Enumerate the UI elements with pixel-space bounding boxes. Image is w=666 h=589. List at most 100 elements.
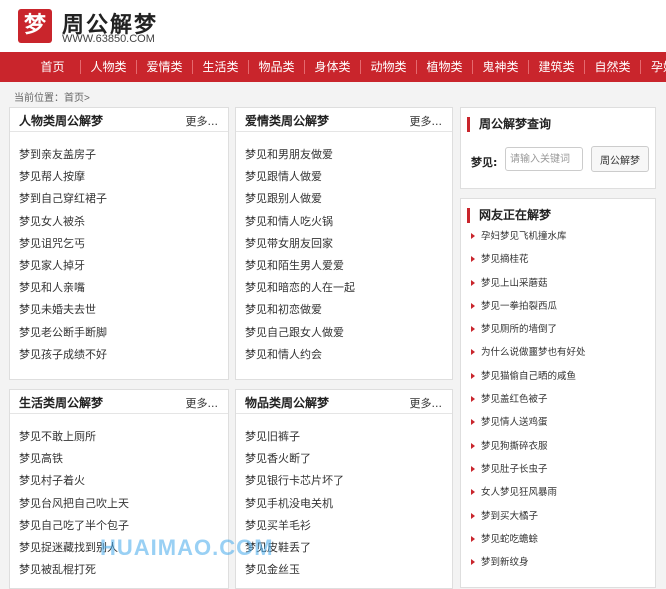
dream-list: 梦见旧裤子 梦见香火断了 梦见银行卡芯片坏了 梦见手机没电关机 梦见买羊毛衫 梦… bbox=[245, 426, 344, 581]
box-header: 爱情类周公解梦 更多... bbox=[236, 108, 452, 132]
list-item[interactable]: 梦见诅咒乞丐 bbox=[19, 233, 107, 255]
list-item[interactable]: 梦见被乱棍打死 bbox=[19, 559, 129, 581]
list-item[interactable]: 梦见家人掉牙 bbox=[19, 255, 107, 277]
list-item[interactable]: 梦见台风把自己吹上天 bbox=[19, 493, 129, 515]
list-item[interactable]: 梦见高铁 bbox=[19, 448, 129, 470]
category-box-love: 爱情类周公解梦 更多... 梦见和男朋友做爱 梦见跟情人做爱 梦见跟别人做爱 梦… bbox=[235, 107, 453, 380]
arrow-icon bbox=[471, 279, 475, 286]
list-item[interactable]: 梦见跟别人做爱 bbox=[245, 188, 355, 210]
list-item[interactable]: 梦见带女朋友回家 bbox=[245, 233, 355, 255]
list-item[interactable]: 梦见蛇吃蟾蜍 bbox=[471, 528, 586, 551]
hot-item-label: 梦见狗撕碎衣服 bbox=[481, 440, 548, 452]
list-item[interactable]: 梦见和人亲嘴 bbox=[19, 277, 107, 299]
nav-item-home[interactable]: 首页 bbox=[25, 60, 81, 74]
more-link[interactable]: 更多... bbox=[186, 113, 219, 129]
list-item[interactable]: 梦见和情人吃火锅 bbox=[245, 211, 355, 233]
hot-item-label: 梦见肚子长虫子 bbox=[481, 463, 548, 475]
list-item[interactable]: 女人梦见狂风暴雨 bbox=[471, 481, 586, 504]
list-item[interactable]: 梦见皮鞋丢了 bbox=[245, 537, 344, 559]
list-item[interactable]: 梦见盖红色被子 bbox=[471, 388, 586, 411]
search-button[interactable]: 周公解梦 bbox=[591, 146, 649, 172]
nav-item-nature[interactable]: 自然类 bbox=[585, 60, 641, 74]
list-item[interactable]: 梦见和男朋友做爱 bbox=[245, 144, 355, 166]
list-item[interactable]: 梦见不敢上厕所 bbox=[19, 426, 129, 448]
nav-item-love[interactable]: 爱情类 bbox=[137, 60, 193, 74]
list-item[interactable]: 梦见和暗恋的人在一起 bbox=[245, 277, 355, 299]
dream-list: 梦见不敢上厕所 梦见高铁 梦见村子着火 梦见台风把自己吹上天 梦见自己吃了半个包… bbox=[19, 426, 129, 581]
arrow-icon bbox=[471, 256, 475, 263]
list-item[interactable]: 梦见手机没电关机 bbox=[245, 493, 344, 515]
arrow-icon bbox=[471, 512, 475, 519]
breadcrumb-home-link[interactable]: 首页 bbox=[64, 93, 84, 104]
list-item[interactable]: 梦见金丝玉 bbox=[245, 559, 344, 581]
list-item[interactable]: 梦见摘桂花 bbox=[471, 248, 586, 271]
nav-item-ghosts[interactable]: 鬼神类 bbox=[473, 60, 529, 74]
list-item[interactable]: 梦见和情人约会 bbox=[245, 344, 355, 366]
list-item[interactable]: 梦见村子着火 bbox=[19, 470, 129, 492]
box-header: 物品类周公解梦 更多... bbox=[236, 390, 452, 414]
arrow-icon bbox=[471, 349, 475, 356]
list-item[interactable]: 梦见一拳拍裂西瓜 bbox=[471, 295, 586, 318]
box-title: 生活类周公解梦 bbox=[19, 396, 104, 410]
list-item[interactable]: 梦到新纹身 bbox=[471, 551, 586, 574]
box-header: 人物类周公解梦 更多... bbox=[10, 108, 228, 132]
hot-item-label: 梦见上山采蘑菇 bbox=[481, 277, 548, 289]
hot-item-label: 梦到新纹身 bbox=[481, 557, 529, 569]
list-item[interactable]: 梦见厕所的墙倒了 bbox=[471, 318, 586, 341]
category-box-life: 生活类周公解梦 更多... 梦见不敢上厕所 梦见高铁 梦见村子着火 梦见台风把自… bbox=[9, 389, 229, 589]
list-item[interactable]: 梦见银行卡芯片坏了 bbox=[245, 470, 344, 492]
more-link[interactable]: 更多... bbox=[410, 113, 443, 129]
nav-item-body[interactable]: 身体类 bbox=[305, 60, 361, 74]
logo-icon[interactable]: 梦 bbox=[18, 9, 52, 43]
search-panel-title: 周公解梦查询 bbox=[467, 117, 551, 132]
list-item[interactable]: 梦见买羊毛衫 bbox=[245, 515, 344, 537]
list-item[interactable]: 梦见自己吃了半个包子 bbox=[19, 515, 129, 537]
list-item[interactable]: 梦见和初恋做爱 bbox=[245, 299, 355, 321]
list-item[interactable]: 孕妇梦见飞机撞水库 bbox=[471, 225, 586, 248]
arrow-icon bbox=[471, 559, 475, 566]
search-input[interactable] bbox=[505, 147, 583, 171]
nav-item-life[interactable]: 生活类 bbox=[193, 60, 249, 74]
list-item[interactable]: 为什么说做噩梦也有好处 bbox=[471, 341, 586, 364]
hot-item-label: 梦见一拳拍裂西瓜 bbox=[481, 300, 558, 312]
hot-item-label: 梦见猫偷自己晒的咸鱼 bbox=[481, 370, 577, 382]
arrow-icon bbox=[471, 489, 475, 496]
list-item[interactable]: 梦见和陌生男人爱爱 bbox=[245, 255, 355, 277]
list-item[interactable]: 梦见猫偷自己晒的咸鱼 bbox=[471, 365, 586, 388]
category-box-people: 人物类周公解梦 更多... 梦到亲友盖房子 梦见帮人按摩 梦到自己穿红裙子 梦见… bbox=[9, 107, 229, 380]
list-item[interactable]: 梦到亲友盖房子 bbox=[19, 144, 107, 166]
list-item[interactable]: 梦到买大橘子 bbox=[471, 505, 586, 528]
hot-dreams-panel: 网友正在解梦 孕妇梦见飞机撞水库 梦见摘桂花 梦见上山采蘑菇 梦见一拳拍裂西瓜 … bbox=[460, 198, 656, 588]
nav-item-people[interactable]: 人物类 bbox=[81, 60, 137, 74]
site-url: WWW.63850.COM bbox=[62, 33, 155, 45]
nav-item-objects[interactable]: 物品类 bbox=[249, 60, 305, 74]
list-item[interactable]: 梦见女人被杀 bbox=[19, 211, 107, 233]
more-link[interactable]: 更多... bbox=[410, 395, 443, 411]
list-item[interactable]: 梦见老公断手断脚 bbox=[19, 322, 107, 344]
arrow-icon bbox=[471, 419, 475, 426]
list-item[interactable]: 梦见帮人按摩 bbox=[19, 166, 107, 188]
list-item[interactable]: 梦见狗撕碎衣服 bbox=[471, 435, 586, 458]
hot-dreams-list: 孕妇梦见飞机撞水库 梦见摘桂花 梦见上山采蘑菇 梦见一拳拍裂西瓜 梦见厕所的墙倒… bbox=[471, 225, 586, 574]
nav-item-pregnant[interactable]: 孕妇类 bbox=[641, 60, 666, 74]
list-item[interactable]: 梦见肚子长虫子 bbox=[471, 458, 586, 481]
list-item[interactable]: 梦到自己穿红裙子 bbox=[19, 188, 107, 210]
nav-item-plants[interactable]: 植物类 bbox=[417, 60, 473, 74]
nav-item-animals[interactable]: 动物类 bbox=[361, 60, 417, 74]
list-item[interactable]: 梦见孩子成绩不好 bbox=[19, 344, 107, 366]
list-item[interactable]: 梦见捉迷藏找到别人 bbox=[19, 537, 129, 559]
list-item[interactable]: 梦见情人送鸡蛋 bbox=[471, 411, 586, 434]
arrow-icon bbox=[471, 302, 475, 309]
more-link[interactable]: 更多... bbox=[186, 395, 219, 411]
search-panel: 周公解梦查询 梦见: 周公解梦 bbox=[460, 107, 656, 189]
nav-item-buildings[interactable]: 建筑类 bbox=[529, 60, 585, 74]
list-item[interactable]: 梦见跟情人做爱 bbox=[245, 166, 355, 188]
list-item[interactable]: 梦见旧裤子 bbox=[245, 426, 344, 448]
arrow-icon bbox=[471, 442, 475, 449]
hot-item-label: 女人梦见狂风暴雨 bbox=[481, 487, 558, 499]
list-item[interactable]: 梦见未婚夫去世 bbox=[19, 299, 107, 321]
main-nav: 首页 人物类 爱情类 生活类 物品类 身体类 动物类 植物类 鬼神类 建筑类 自… bbox=[0, 52, 666, 82]
list-item[interactable]: 梦见自己跟女人做爱 bbox=[245, 322, 355, 344]
list-item[interactable]: 梦见上山采蘑菇 bbox=[471, 272, 586, 295]
list-item[interactable]: 梦见香火断了 bbox=[245, 448, 344, 470]
